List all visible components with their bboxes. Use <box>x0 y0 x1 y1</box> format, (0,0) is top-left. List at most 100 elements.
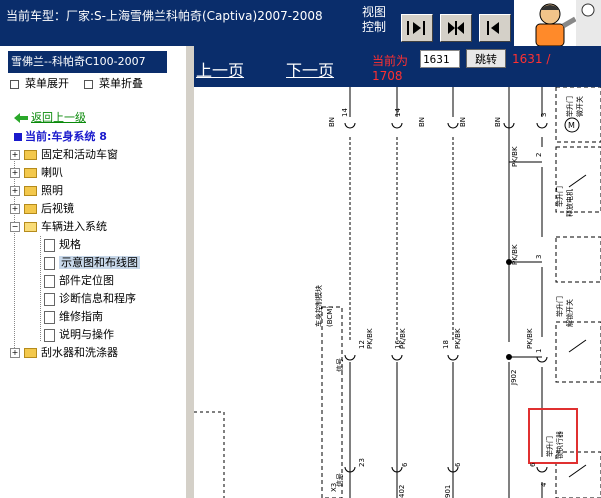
tree-item-label: 固定和活动车窗 <box>41 148 118 161</box>
model-header: 雪佛兰--科帕奇C100-2007 <box>8 51 167 73</box>
connector-id: 901 <box>444 485 452 498</box>
splice-dot <box>506 354 512 360</box>
view-control-label: 视图 控制 <box>362 5 392 35</box>
system-icon <box>14 133 22 141</box>
arrow-left-bar-icon <box>487 21 499 35</box>
document-icon <box>44 292 55 306</box>
folder-icon <box>24 150 37 160</box>
pin-number: 14 <box>341 108 349 117</box>
tree-item-mirrors[interactable]: + 后视镜 <box>10 201 74 217</box>
view-right-button[interactable] <box>479 14 511 42</box>
tree-item-label: 车辆进入系统 <box>41 220 107 233</box>
back-link-label: 返回上一级 <box>31 111 86 124</box>
document-icon <box>44 238 55 252</box>
wire-label: PK/BK <box>454 328 462 349</box>
pin-number: 18 <box>442 340 450 349</box>
wire-label: PK/BK <box>511 244 519 265</box>
pin-number: 3 <box>540 113 548 117</box>
signal-label: 信号 <box>335 473 344 487</box>
current-system-label: 当前:车身系统 8 <box>14 128 107 144</box>
page-number-input[interactable] <box>420 50 460 68</box>
tree-subline <box>40 236 41 341</box>
document-icon <box>44 328 55 342</box>
component-label: 举升门 <box>555 186 564 207</box>
back-link[interactable]: 返回上一级 <box>14 109 86 125</box>
tree-item-diagnostics[interactable]: 诊断信息和程序 <box>44 291 136 307</box>
tree-item-schematics[interactable]: 示意图和布线图 <box>44 255 140 271</box>
tree-item-label: 喇叭 <box>41 166 63 179</box>
connector-id: 402 <box>398 485 406 498</box>
document-icon <box>44 256 55 270</box>
view-control-line1: 视图 <box>362 5 387 19</box>
tree-item-wipers[interactable]: + 刮水器和洗涤器 <box>10 345 118 361</box>
plus-icon[interactable]: + <box>10 150 20 160</box>
signal-label: 信号 <box>335 358 344 372</box>
component-label: 举升门 <box>545 436 554 457</box>
menu-collapse-button[interactable]: 菜单折叠 <box>84 75 143 91</box>
page-total-label: 1708 <box>372 69 403 83</box>
menu-expand-button[interactable]: 菜单展开 <box>10 75 69 91</box>
top-bar: 当前车型：厂家:S-上海雪佛兰科帕奇(Captiva)2007-2008 视图 … <box>0 0 601 47</box>
component-label: 锁执行器 <box>555 431 564 459</box>
back-arrow-icon <box>14 113 28 123</box>
pin-number: 6 <box>529 462 537 467</box>
component-label: 举升门 <box>565 96 574 117</box>
arrows-split-icon <box>448 21 464 35</box>
tree-item-vehicle-access[interactable]: − 车辆进入系统 <box>10 219 107 235</box>
component-label: 举升门 <box>555 296 564 317</box>
pin-number: 6 <box>454 462 462 467</box>
wire-label: BN <box>459 117 467 127</box>
wiring-diagram: M BN BN BN BN PK/BK PK/BK PK/BK PK/BK PK… <box>194 87 601 498</box>
minus-icon[interactable]: − <box>10 222 20 232</box>
current-vehicle-label: 当前车型：厂家:S-上海雪佛兰科帕奇(Captiva)2007-2008 <box>6 9 323 23</box>
mechanic-figure-icon <box>535 0 601 47</box>
tree-item-windows[interactable]: + 固定和活动车窗 <box>10 147 118 163</box>
wire-label: BN <box>328 117 336 127</box>
tree-item-repair-guide[interactable]: 维修指南 <box>44 309 103 325</box>
view-control-line2: 控制 <box>362 20 387 34</box>
tree-item-component-locator[interactable]: 部件定位图 <box>44 273 114 289</box>
bcm-label: 车身控制模块 <box>314 285 323 327</box>
plus-icon[interactable]: + <box>10 168 20 178</box>
tree-item-label-selected: 示意图和布线图 <box>59 256 140 269</box>
tree-item-horn[interactable]: + 喇叭 <box>10 165 63 181</box>
tree-item-label: 规格 <box>59 238 81 251</box>
pin-number: 3 <box>535 255 543 259</box>
pin-number: 6 <box>401 462 409 467</box>
pane-splitter[interactable] <box>186 46 194 498</box>
next-page-link[interactable]: 下一页 <box>286 57 334 81</box>
pin-number: 2 <box>535 153 543 157</box>
open-folder-icon <box>24 222 37 232</box>
wire-label: BN <box>494 117 502 127</box>
navigation-pane: 雪佛兰--科帕奇C100-2007 菜单展开 菜单折叠 返回上一级 当前:车身系… <box>0 46 187 498</box>
tree-item-description[interactable]: 说明与操作 <box>44 327 114 343</box>
tree-item-specs[interactable]: 规格 <box>44 237 81 253</box>
folder-icon <box>24 204 37 214</box>
pin-number: 14 <box>394 108 402 117</box>
folder-icon <box>24 186 37 196</box>
component-label: 微开关 <box>575 96 584 117</box>
tree-item-lighting[interactable]: + 照明 <box>10 183 63 199</box>
tree-item-label: 说明与操作 <box>59 328 114 341</box>
view-left-button[interactable] <box>401 14 433 42</box>
pin-number: 12 <box>358 340 366 349</box>
prev-page-link[interactable]: 上一页 <box>196 57 244 81</box>
view-both-button[interactable] <box>440 14 472 42</box>
component-label: 释放电机 <box>565 189 574 217</box>
folder-icon <box>24 348 37 358</box>
plus-icon[interactable]: + <box>10 348 20 358</box>
wire-label: PK/BK <box>526 328 534 349</box>
jump-button[interactable]: 跳转 <box>466 49 506 68</box>
schematic-svg: M BN BN BN BN PK/BK PK/BK PK/BK PK/BK PK… <box>194 87 601 498</box>
plus-icon[interactable]: + <box>10 186 20 196</box>
bcm-sub-label: (BCM) <box>326 306 334 327</box>
folder-icon <box>24 168 37 178</box>
current-system-text: 当前:车身系统 8 <box>25 130 107 143</box>
collapse-icon <box>84 79 93 89</box>
mechanic-logo <box>514 0 601 47</box>
document-icon <box>44 274 55 288</box>
plus-icon[interactable]: + <box>10 204 20 214</box>
pin-number: 16 <box>394 340 402 349</box>
wire-label: BN <box>418 117 426 127</box>
tree-item-label: 刮水器和洗涤器 <box>41 346 118 359</box>
